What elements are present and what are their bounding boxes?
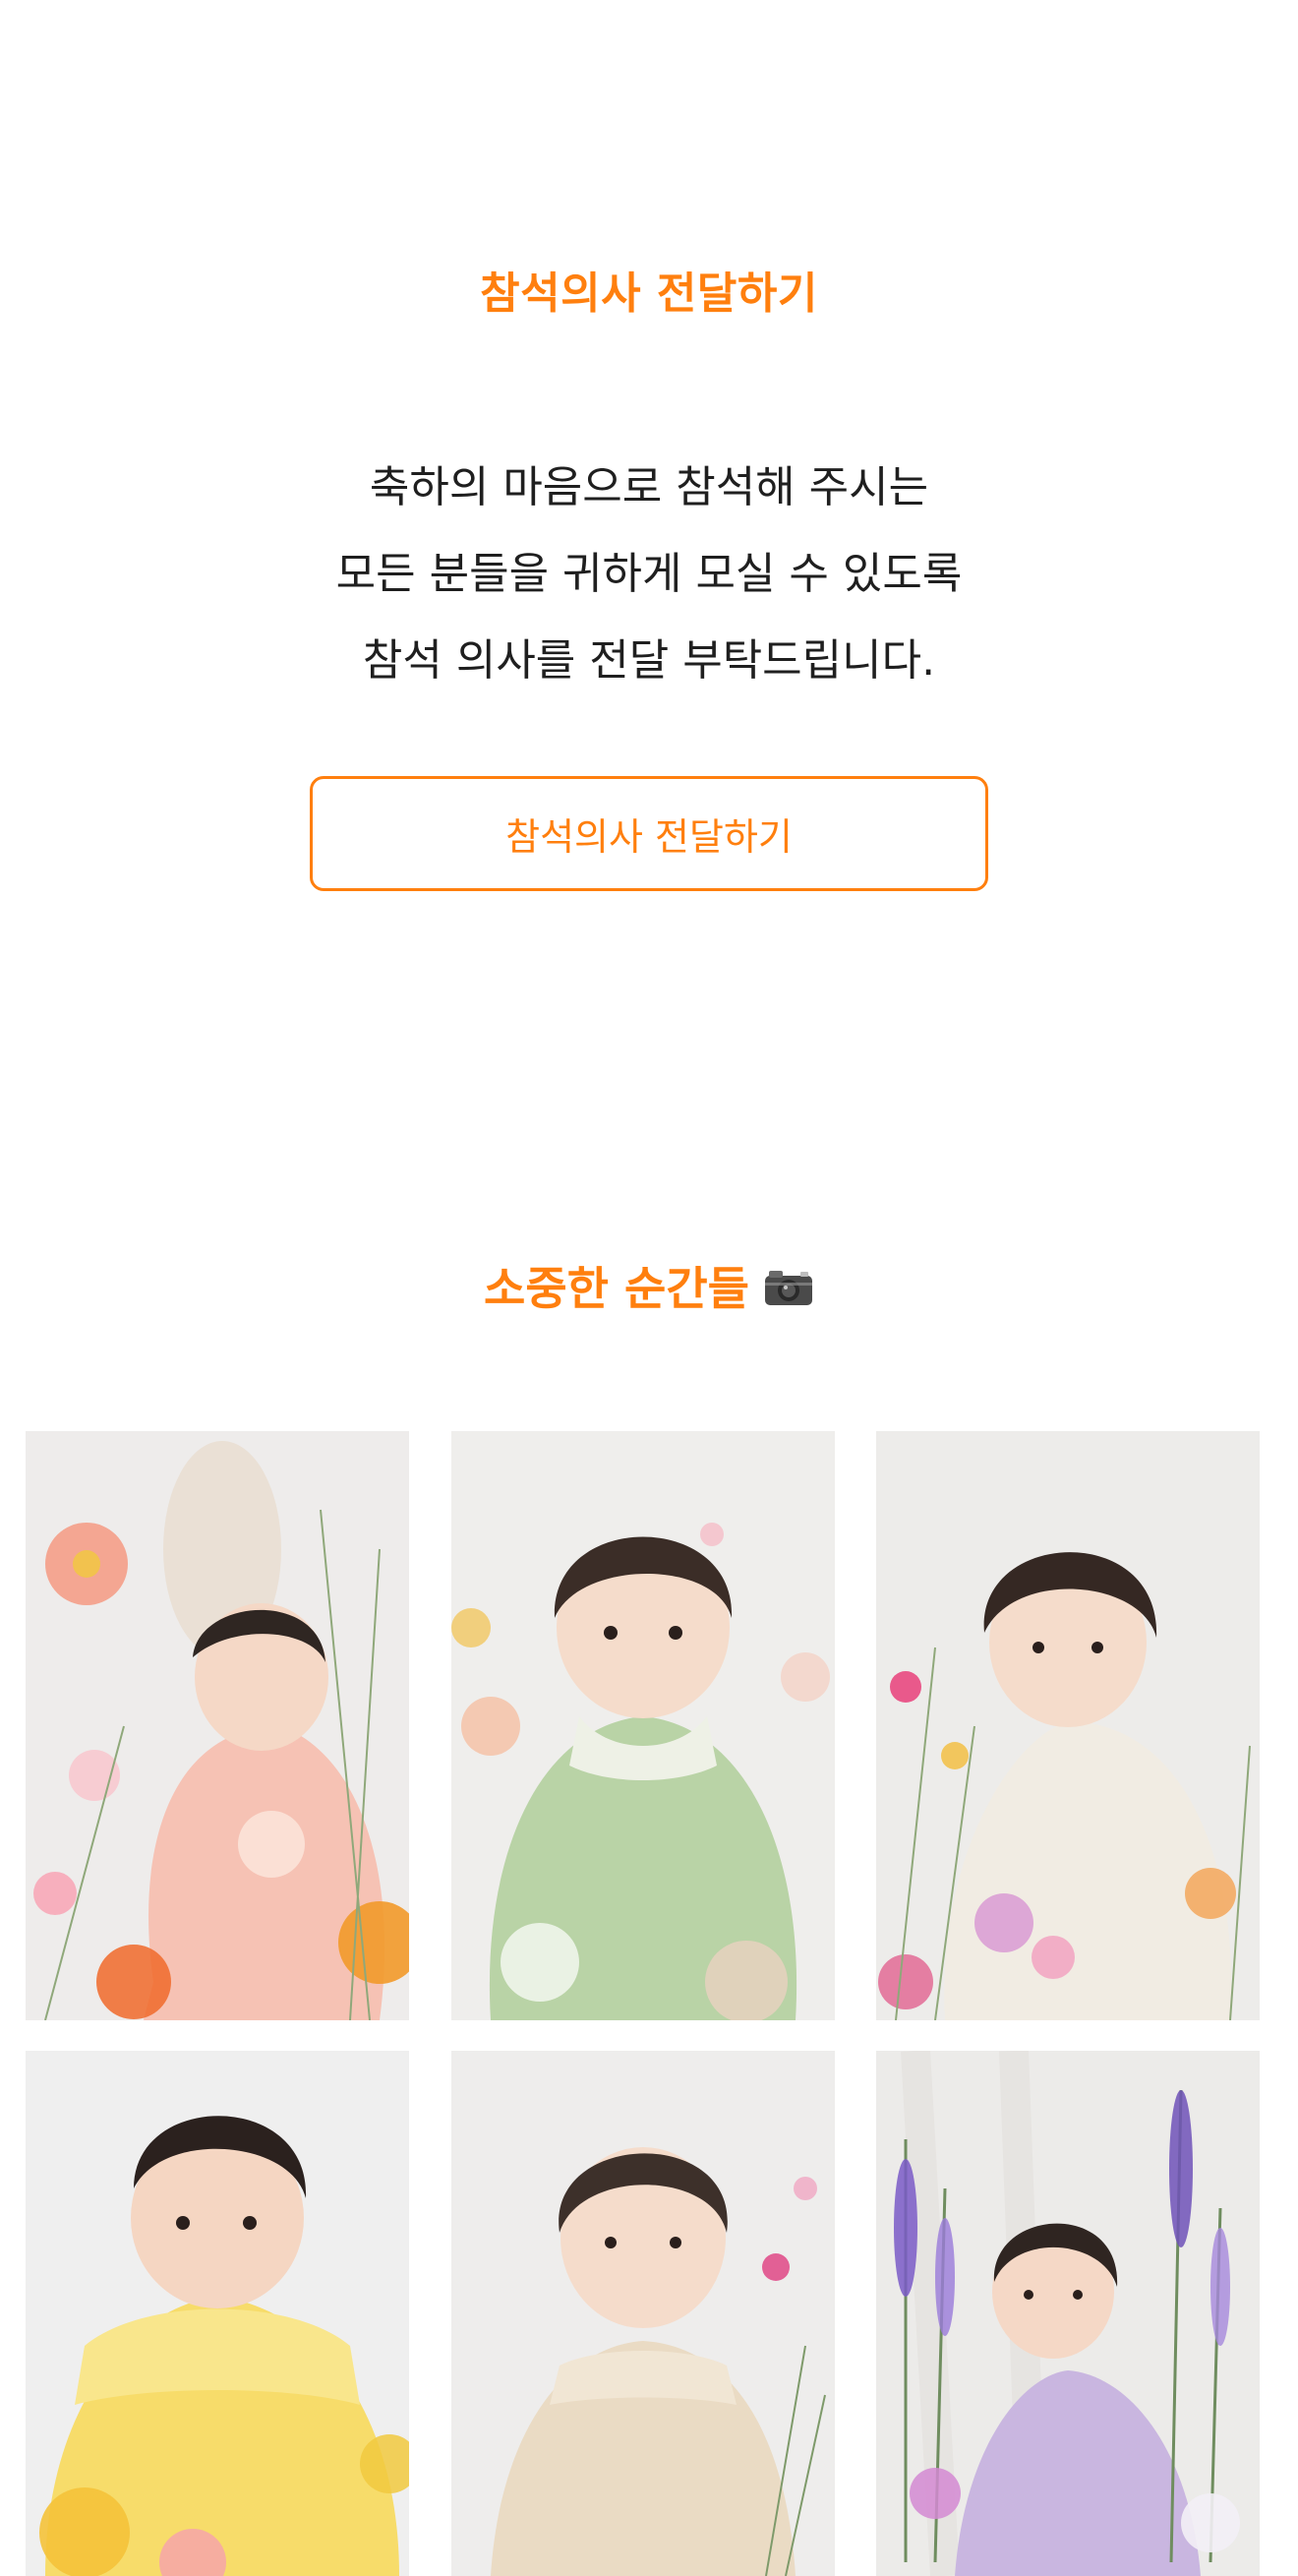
- rsvp-message-line: 모든 분들을 귀하게 모실 수 있도록: [335, 549, 963, 599]
- rsvp-message: 축하의 마음으로 참석해 주시는 모든 분들을 귀하게 모실 수 있도록 참석 …: [0, 445, 1298, 704]
- rsvp-title: 참석의사 전달하기: [480, 269, 818, 319]
- gallery-photo[interactable]: [876, 1431, 1260, 2020]
- baby-photo-image: [26, 1431, 409, 2020]
- camera-icon: [763, 1266, 814, 1305]
- baby-photo-image: [26, 2051, 409, 2576]
- gallery-photo[interactable]: [451, 1431, 835, 2020]
- gallery-photo[interactable]: [876, 2051, 1260, 2576]
- baby-photo-image: [451, 2051, 835, 2576]
- rsvp-message-line: 축하의 마음으로 참석해 주시는: [369, 462, 929, 512]
- gallery-title: 소중한 순간들: [0, 1253, 1298, 1318]
- baby-photo-image: [451, 1431, 835, 2020]
- gallery-title-text: 소중한 순간들: [484, 1262, 749, 1315]
- baby-photo-image: [876, 1431, 1260, 2020]
- rsvp-message-line: 참석 의사를 전달 부탁드립니다.: [362, 635, 936, 686]
- gallery-photo[interactable]: [26, 1431, 409, 2020]
- rsvp-submit-button[interactable]: 참석의사 전달하기: [310, 776, 988, 891]
- gallery-photo[interactable]: [26, 2051, 409, 2576]
- gallery-photo[interactable]: [451, 2051, 835, 2576]
- baby-photo-image: [876, 2051, 1260, 2576]
